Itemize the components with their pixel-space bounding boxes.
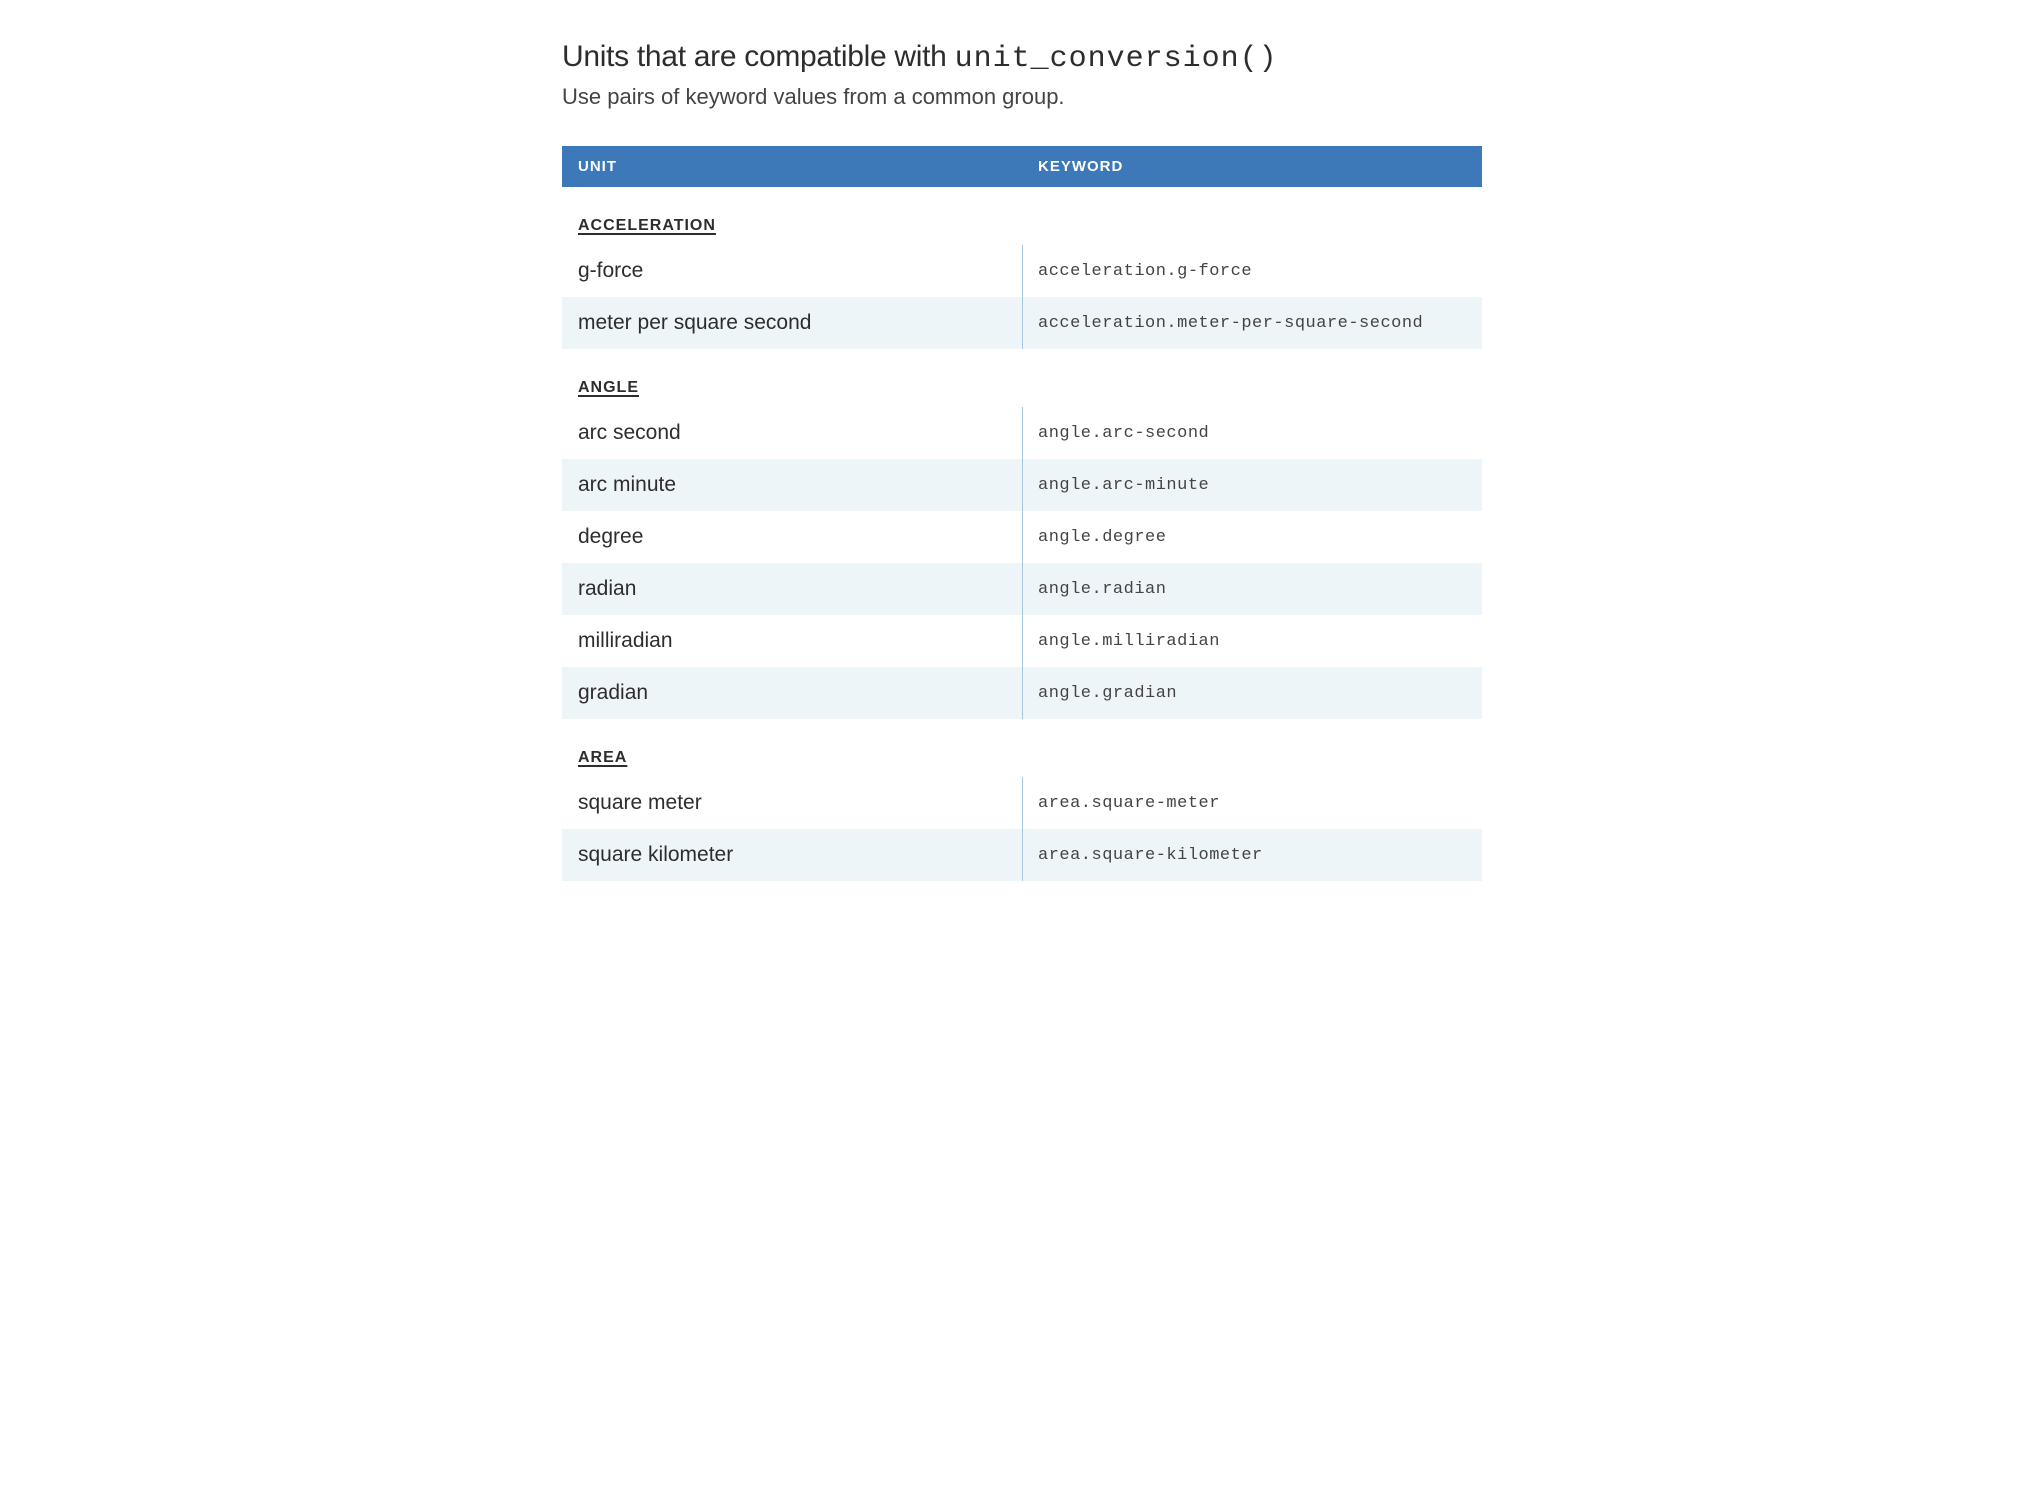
unit-cell: square meter: [562, 779, 1022, 827]
unit-cell: milliradian: [562, 617, 1022, 665]
table-row: milliradianangle.milliradian: [562, 615, 1482, 667]
title-code: unit_conversion(): [955, 42, 1278, 76]
keyword-cell: acceleration.g-force: [1022, 250, 1482, 293]
unit-cell: meter per square second: [562, 299, 1022, 347]
unit-cell: g-force: [562, 247, 1022, 295]
table-row: arc secondangle.arc-second: [562, 407, 1482, 459]
page-title: Units that are compatible with unit_conv…: [562, 40, 1482, 76]
table-header-row: UNIT KEYWORD: [562, 146, 1482, 187]
unit-cell: square kilometer: [562, 831, 1022, 879]
group-heading: ANGLE: [562, 349, 1482, 407]
unit-cell: arc second: [562, 409, 1022, 457]
column-header-keyword: KEYWORD: [1022, 146, 1482, 187]
keyword-cell: angle.radian: [1022, 568, 1482, 611]
page-subtitle: Use pairs of keyword values from a commo…: [562, 84, 1482, 110]
unit-cell: degree: [562, 513, 1022, 561]
unit-cell: radian: [562, 565, 1022, 613]
column-header-unit: UNIT: [562, 146, 1022, 187]
keyword-cell: angle.milliradian: [1022, 620, 1482, 663]
unit-cell: arc minute: [562, 461, 1022, 509]
keyword-cell: area.square-kilometer: [1022, 834, 1482, 877]
table-row: gradianangle.gradian: [562, 667, 1482, 719]
keyword-cell: angle.degree: [1022, 516, 1482, 559]
group-heading: AREA: [562, 719, 1482, 777]
unit-cell: gradian: [562, 669, 1022, 717]
keyword-cell: acceleration.meter-per-square-second: [1022, 302, 1482, 345]
table-row: meter per square secondacceleration.mete…: [562, 297, 1482, 349]
keyword-cell: angle.gradian: [1022, 672, 1482, 715]
keyword-cell: area.square-meter: [1022, 782, 1482, 825]
keyword-cell: angle.arc-second: [1022, 412, 1482, 455]
page-container: Units that are compatible with unit_conv…: [542, 40, 1502, 881]
table-row: arc minuteangle.arc-minute: [562, 459, 1482, 511]
units-table: UNIT KEYWORD ACCELERATIONg-forceaccelera…: [562, 146, 1482, 881]
keyword-cell: angle.arc-minute: [1022, 464, 1482, 507]
table-row: radianangle.radian: [562, 563, 1482, 615]
title-prefix: Units that are compatible with: [562, 40, 955, 73]
table-row: degreeangle.degree: [562, 511, 1482, 563]
table-body: ACCELERATIONg-forceacceleration.g-forcem…: [562, 187, 1482, 881]
table-row: g-forceacceleration.g-force: [562, 245, 1482, 297]
table-row: square meterarea.square-meter: [562, 777, 1482, 829]
group-heading: ACCELERATION: [562, 187, 1482, 245]
table-row: square kilometerarea.square-kilometer: [562, 829, 1482, 881]
